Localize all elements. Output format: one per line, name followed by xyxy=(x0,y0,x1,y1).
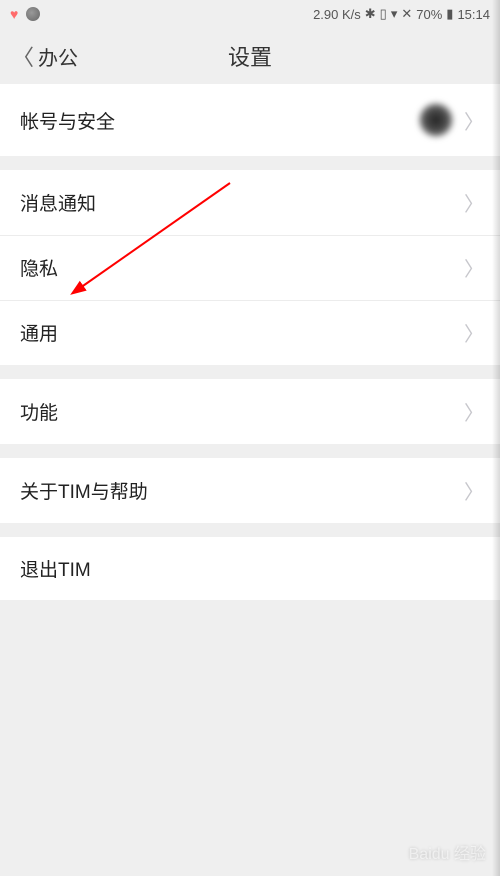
item-label: 功能 xyxy=(20,398,58,425)
chevron-right-icon: 〉 xyxy=(464,318,484,347)
chevron-right-icon: 〉 xyxy=(464,476,484,505)
item-label: 退出TIM xyxy=(20,555,91,582)
signal-icon: ✕ xyxy=(401,6,412,22)
circle-icon xyxy=(26,7,40,21)
vibrate-icon: ▯ xyxy=(380,6,387,22)
battery-text: 70% xyxy=(416,7,442,22)
bluetooth-icon: ✱ xyxy=(365,6,376,22)
side-shadow xyxy=(492,0,500,876)
chevron-right-icon: 〉 xyxy=(464,106,484,135)
avatar xyxy=(418,102,454,138)
group-functions: 功能 〉 xyxy=(0,379,500,444)
item-label: 帐号与安全 xyxy=(20,107,115,134)
page-title: 设置 xyxy=(228,40,272,72)
chevron-left-icon: 〈 xyxy=(12,40,34,72)
status-bar: ♥ 2.90 K/s ✱ ▯ ▾ ✕ 70% ▮ 15:14 xyxy=(0,0,500,28)
back-label: 办公 xyxy=(38,42,78,71)
chevron-right-icon: 〉 xyxy=(464,188,484,217)
item-label: 消息通知 xyxy=(20,189,96,216)
item-notifications[interactable]: 消息通知 〉 xyxy=(0,170,500,235)
group-prefs: 消息通知 〉 隐私 〉 通用 〉 xyxy=(0,170,500,365)
clock: 15:14 xyxy=(457,7,490,22)
wifi-icon: ▾ xyxy=(391,6,398,22)
item-general[interactable]: 通用 〉 xyxy=(0,300,500,365)
item-logout[interactable]: 退出TIM xyxy=(0,537,500,600)
item-label: 通用 xyxy=(20,319,58,346)
status-right: 2.90 K/s ✱ ▯ ▾ ✕ 70% ▮ 15:14 xyxy=(313,6,490,22)
group-logout: 退出TIM xyxy=(0,537,500,600)
back-button[interactable]: 〈 办公 xyxy=(12,40,78,72)
item-account-security[interactable]: 帐号与安全 〉 xyxy=(0,84,500,156)
item-about-help[interactable]: 关于TIM与帮助 〉 xyxy=(0,458,500,523)
group-about: 关于TIM与帮助 〉 xyxy=(0,458,500,523)
group-account: 帐号与安全 〉 xyxy=(0,84,500,156)
item-functions[interactable]: 功能 〉 xyxy=(0,379,500,444)
status-left: ♥ xyxy=(10,6,40,22)
heart-icon: ♥ xyxy=(10,6,18,22)
item-label: 关于TIM与帮助 xyxy=(20,477,148,504)
nav-bar: 〈 办公 设置 xyxy=(0,28,500,84)
battery-icon: ▮ xyxy=(446,6,453,22)
chevron-right-icon: 〉 xyxy=(464,397,484,426)
watermark: Baidu 经验 xyxy=(409,840,486,864)
item-label: 隐私 xyxy=(20,254,58,281)
item-privacy[interactable]: 隐私 〉 xyxy=(0,235,500,300)
net-speed: 2.90 K/s xyxy=(313,7,361,22)
app-screen: ♥ 2.90 K/s ✱ ▯ ▾ ✕ 70% ▮ 15:14 〈 办公 设置 帐… xyxy=(0,0,500,876)
chevron-right-icon: 〉 xyxy=(464,253,484,282)
